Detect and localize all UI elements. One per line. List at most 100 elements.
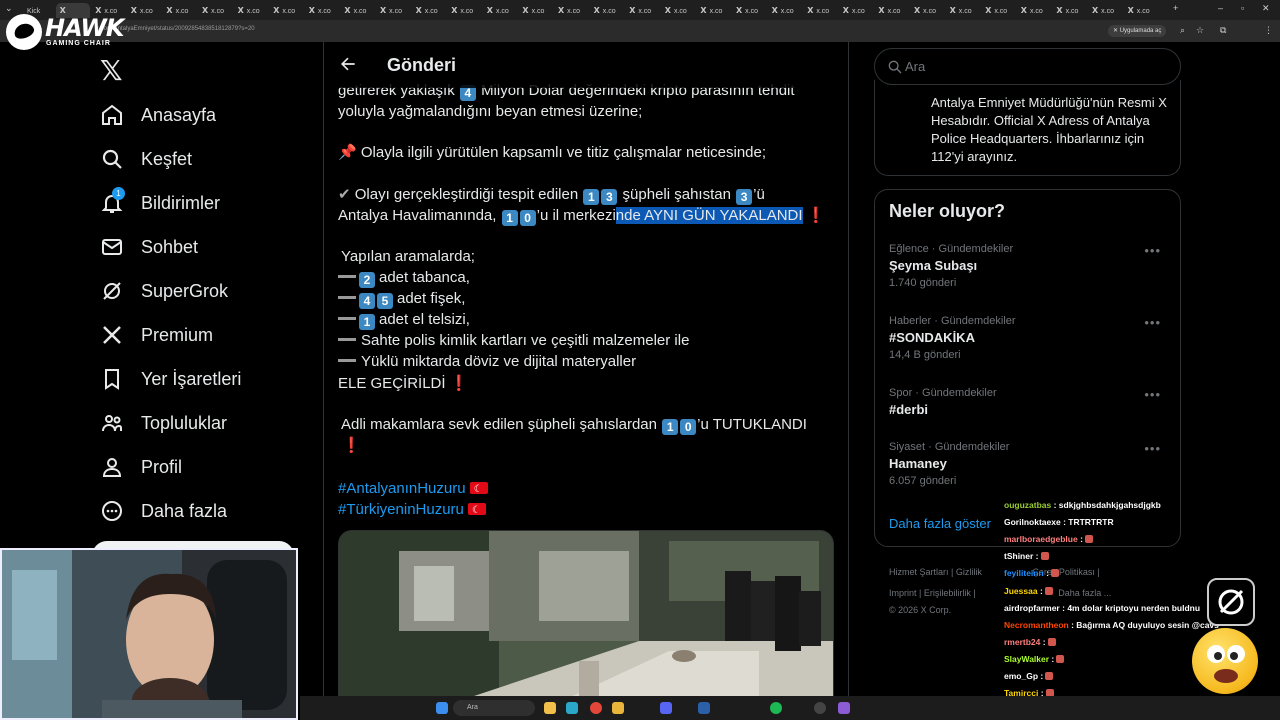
chat-text: : (1042, 636, 1046, 647)
seized-item: 2 adet tabanca, (338, 267, 470, 288)
nav-item-daha-fazla[interactable]: Daha fazla (100, 496, 227, 526)
more-options-icon[interactable]: ••• (1144, 243, 1161, 258)
post-media-image[interactable] (338, 530, 834, 720)
show-more-link[interactable]: Daha fazla göster (889, 516, 991, 531)
browser-tab[interactable]: Xx.co (198, 3, 232, 18)
tab-label: x.co (745, 8, 759, 15)
close-window-button[interactable]: ✕ (1262, 3, 1270, 14)
column-divider (323, 42, 324, 720)
tab-label: x.co (1101, 8, 1115, 15)
chat-username[interactable]: emo_Gp (1004, 671, 1038, 681)
browser-tab[interactable]: Xx.co (874, 3, 908, 18)
nav-item-keşfet[interactable]: Keşfet (100, 144, 192, 174)
footer-link-accessibility[interactable]: Erişilebilirlik (924, 588, 971, 598)
browser-tab[interactable]: Xx.co (340, 3, 374, 18)
page-title: Gönderi (387, 55, 457, 75)
browser-tab[interactable]: Xx.co (518, 3, 552, 18)
browser-tab[interactable]: Xx.co (1017, 3, 1051, 18)
browser-tab[interactable]: Xx.co (910, 3, 944, 18)
chat-username[interactable]: ouguzatbas (1004, 500, 1051, 510)
tab-label: x.co (602, 8, 616, 15)
nav-item-anasayfa[interactable]: Anasayfa (100, 100, 216, 130)
nav-item-topluluklar[interactable]: Topluluklar (100, 408, 227, 438)
more-options-icon[interactable]: ••• (1144, 387, 1161, 402)
extensions-icon[interactable]: ⧉ (1220, 25, 1226, 36)
more-options-icon[interactable]: ••• (1144, 441, 1161, 456)
chat-username[interactable]: feyiliteinn (1004, 568, 1044, 578)
browser-tab[interactable]: Xx.co (483, 3, 517, 18)
trend-item[interactable]: Spor · Gündemdekiler #derbi ••• (889, 387, 1169, 417)
hashtag-link[interactable]: #AntalyanınHuzuru (338, 480, 466, 497)
trend-item[interactable]: Eğlence · Gündemdekiler Şeyma Subaşı 1.740… (889, 243, 1169, 289)
browser-tab[interactable]: Xx.co (768, 3, 802, 18)
star-icon[interactable]: ☆ (1196, 25, 1204, 36)
footer-link-imprint[interactable]: Imprint (889, 588, 917, 598)
browser-tab[interactable]: Xx.co (127, 3, 161, 18)
browser-tab[interactable]: Xx.co (1052, 3, 1086, 18)
browser-tab[interactable]: Xx.co (234, 3, 268, 18)
taskbar-search[interactable]: Ara (453, 700, 535, 716)
chat-username[interactable]: Gorilnoktaexe (1004, 517, 1061, 527)
trend-item[interactable]: Siyaset · Gündemdekiler Hamaney 6.057 gönd… (889, 441, 1169, 487)
browser-tab[interactable]: Xx.co (803, 3, 837, 18)
nav-item-premium[interactable]: Premium (100, 320, 213, 350)
grok-button[interactable] (1207, 578, 1255, 626)
browser-tab[interactable]: Xx.co (554, 3, 588, 18)
nav-item-profil[interactable]: Profil (100, 452, 182, 482)
back-arrow-icon[interactable] (338, 54, 358, 74)
minimize-button[interactable]: – (1218, 3, 1223, 13)
browser-tab[interactable]: Xx.co (590, 3, 624, 18)
chat-username[interactable]: Juessaa (1004, 586, 1038, 596)
chat-username[interactable]: airdropfarmer (1004, 603, 1060, 613)
new-tab-button[interactable]: + (1173, 3, 1178, 13)
discord-icon[interactable] (660, 702, 672, 714)
chat-username[interactable]: SlayWalker (1004, 654, 1049, 664)
browser-tab[interactable]: Xx.co (696, 3, 730, 18)
footer-link-terms[interactable]: Hizmet Şartları (889, 567, 949, 577)
browser-tab[interactable]: Xx.co (661, 3, 695, 18)
selected-text[interactable]: nde AYNI GÜN YAKALANDI (615, 207, 803, 224)
file-explorer-icon[interactable] (544, 702, 556, 714)
maximize-button[interactable]: ▫ (1241, 3, 1244, 13)
app-icon[interactable] (838, 702, 850, 714)
obs-icon[interactable] (814, 702, 826, 714)
browser-tab[interactable]: Xx.co (376, 3, 410, 18)
menu-icon[interactable]: ⋮ (1264, 25, 1273, 36)
browser-tab[interactable]: Xx.co (447, 3, 481, 18)
nav-item-yer-i-şaretleri[interactable]: Yer İşaretleri (100, 364, 241, 394)
hashtag-link[interactable]: #TürkiyeninHuzuru (338, 501, 464, 518)
folder-icon[interactable] (612, 702, 624, 714)
chrome-icon[interactable] (590, 702, 602, 714)
open-in-app-button[interactable]: ✕ Uygulamada aç (1108, 25, 1167, 37)
app-icon[interactable] (698, 702, 710, 714)
chat-username[interactable]: marlboraedgeblue (1004, 534, 1078, 544)
browser-tab[interactable]: Xx.co (162, 3, 196, 18)
nav-item-bildirimler[interactable]: 1 Bildirimler (100, 187, 220, 218)
tab-list-icon[interactable]: ⌄ (5, 3, 13, 14)
chat-username[interactable]: rmertb24 (1004, 637, 1040, 647)
footer-link-privacy[interactable]: Gizlilik (956, 567, 982, 577)
x-logo-icon[interactable]: 𝕏 (100, 54, 123, 87)
nav-item-sohbet[interactable]: Sohbet (100, 232, 198, 262)
spotify-icon[interactable] (770, 702, 782, 714)
browser-tab[interactable]: Xx.co (732, 3, 766, 18)
browser-tab[interactable]: Xx.co (839, 3, 873, 18)
footer-link-more[interactable]: Daha fazla ... (1058, 588, 1111, 598)
zoom-icon[interactable]: ⌕ (1180, 25, 1185, 36)
chat-username[interactable]: tShiner (1004, 551, 1033, 561)
browser-tab[interactable]: Xx.co (946, 3, 980, 18)
search-icon (100, 147, 124, 171)
more-options-icon[interactable]: ••• (1144, 315, 1161, 330)
windows-start-icon[interactable] (436, 702, 448, 714)
browser-tab[interactable]: Xx.co (981, 3, 1015, 18)
edge-icon[interactable] (566, 702, 578, 714)
nav-item-supergrok[interactable]: SuperGrok (100, 276, 228, 306)
browser-tab[interactable]: Xx.co (305, 3, 339, 18)
browser-tab[interactable]: Xx.co (1088, 3, 1122, 18)
chat-username[interactable]: Necromantheon (1004, 620, 1069, 630)
browser-tab[interactable]: Xx.co (412, 3, 446, 18)
browser-tab[interactable]: Xx.co (625, 3, 659, 18)
trend-item[interactable]: Haberler · Gündemdekiler #SONDAKİKA 14,4 B… (889, 315, 1169, 361)
browser-tab[interactable]: Xx.co (1124, 3, 1158, 18)
browser-tab[interactable]: Xx.co (269, 3, 303, 18)
